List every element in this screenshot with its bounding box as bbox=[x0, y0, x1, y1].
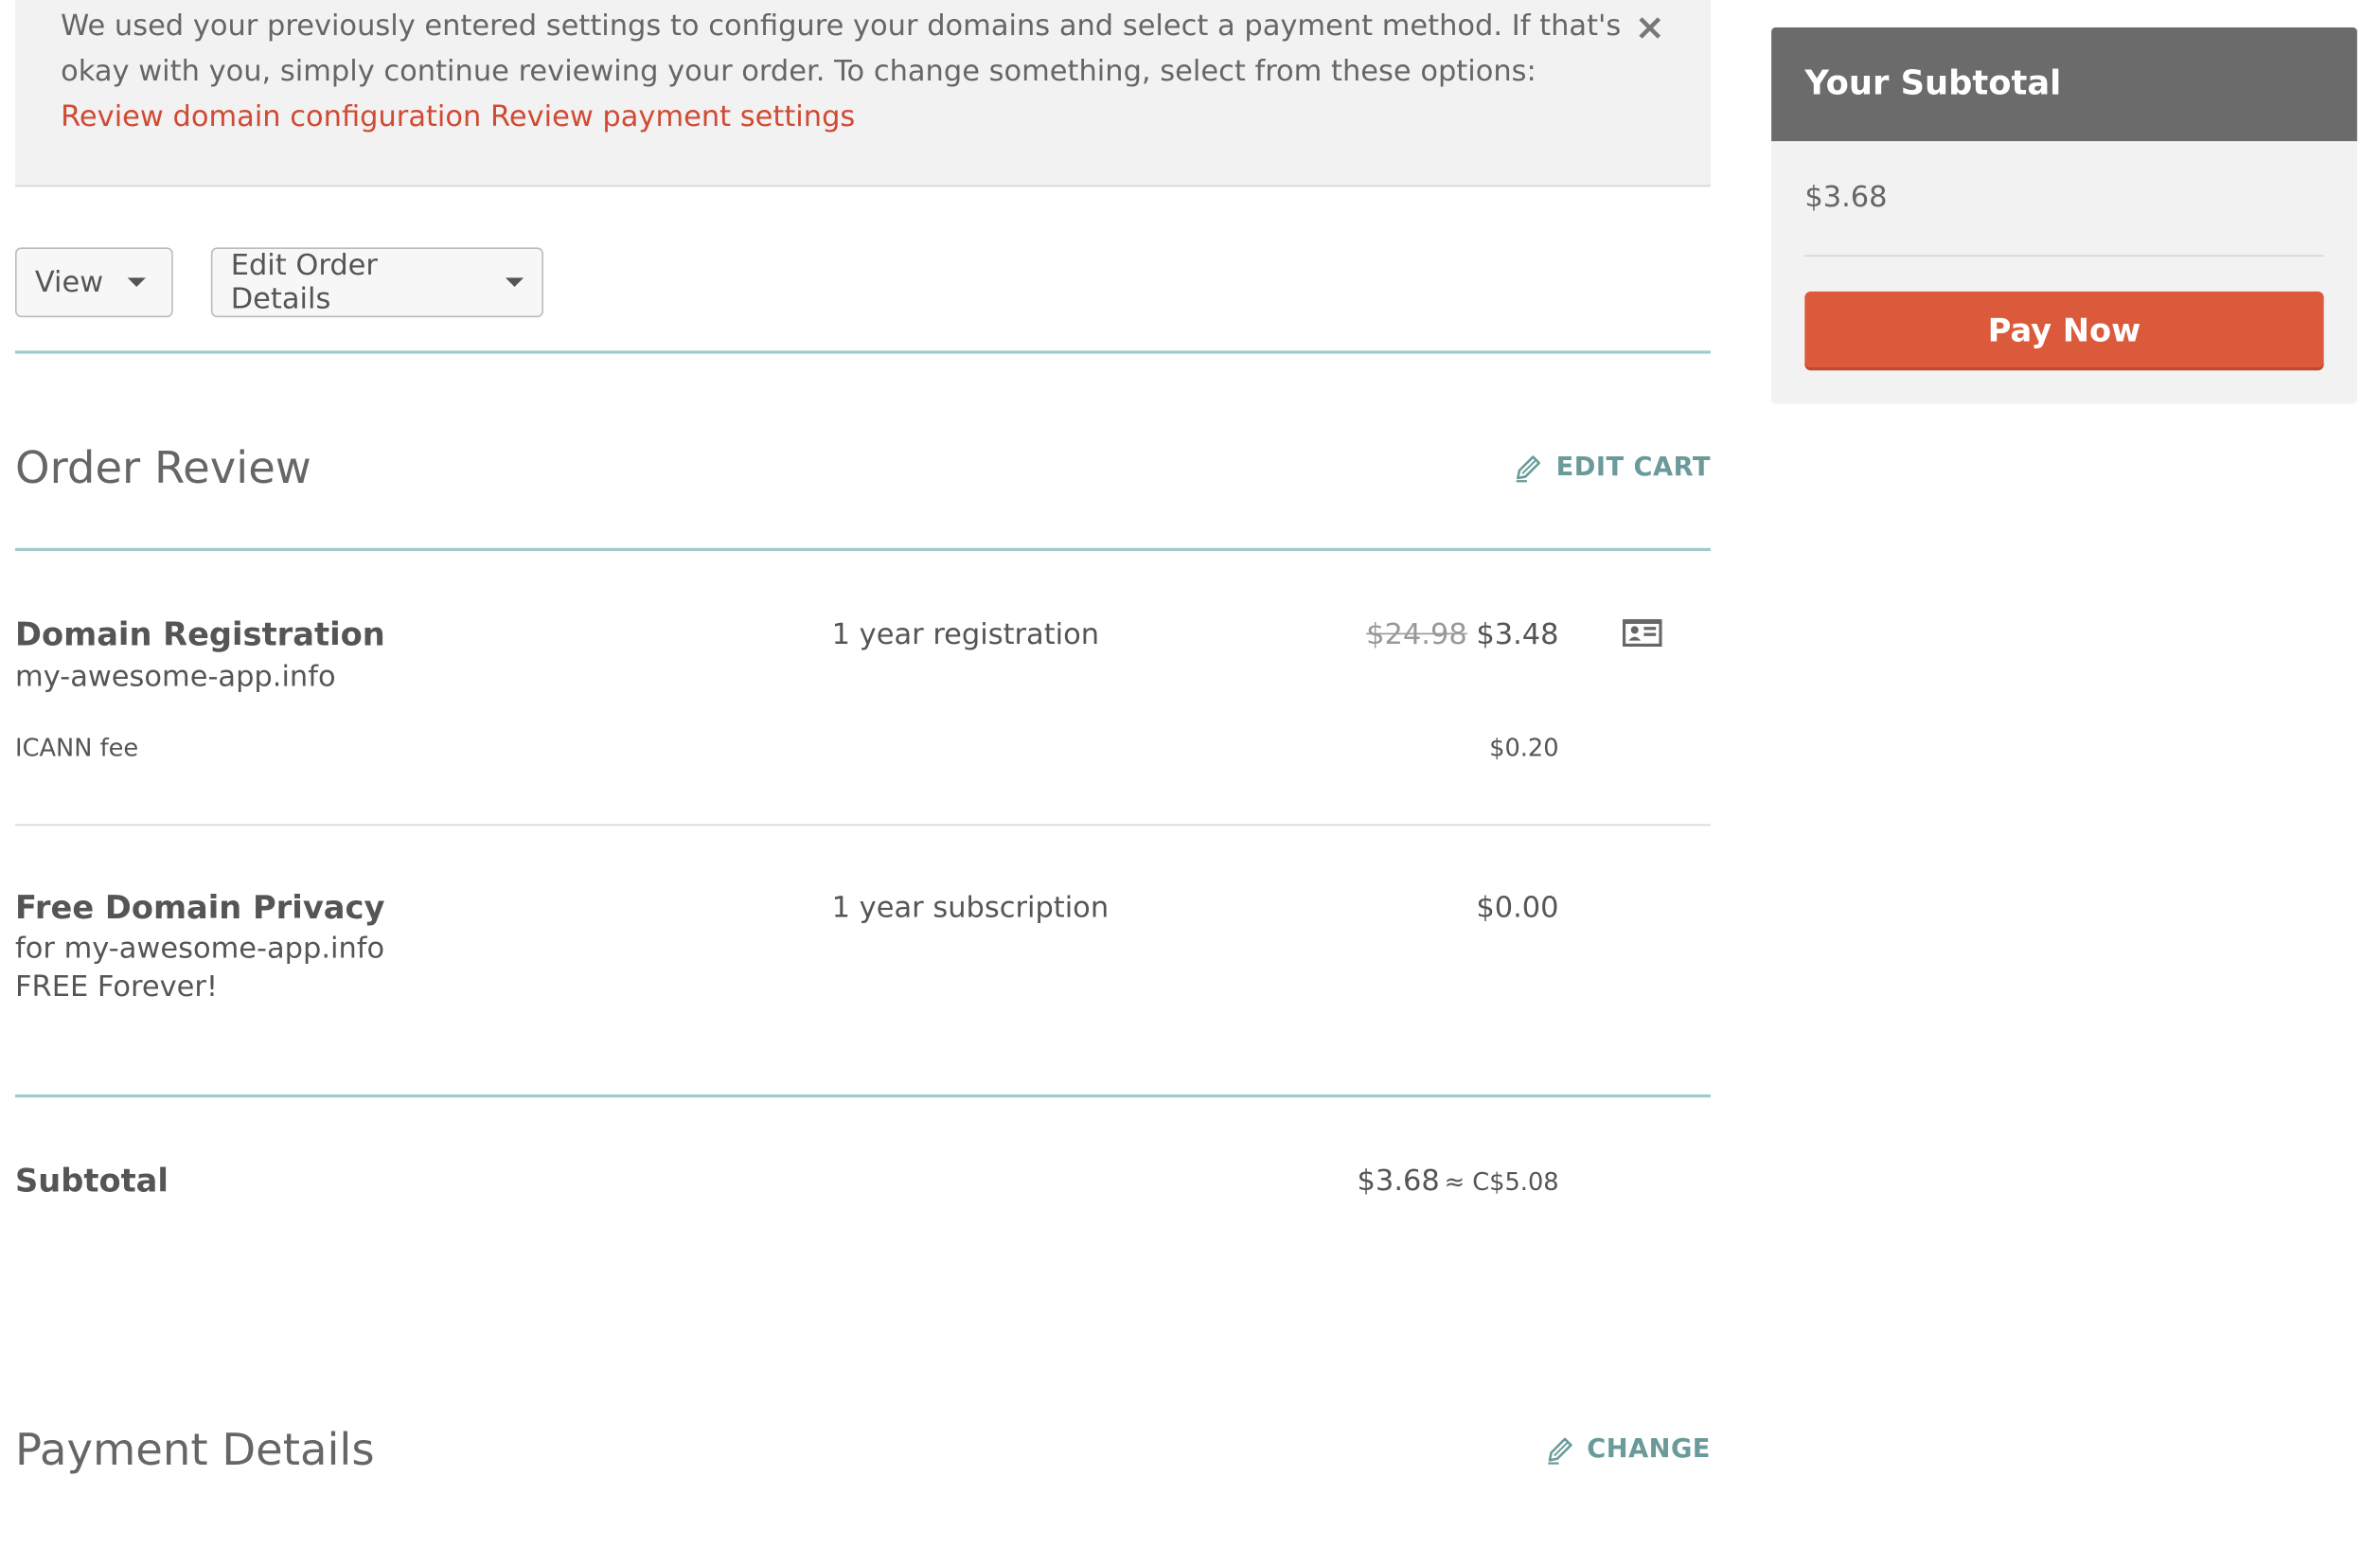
main-column: We used your previously entered settings… bbox=[15, 0, 1711, 1565]
subtotal-sidebar: Your Subtotal $3.68 Pay Now bbox=[1771, 27, 2357, 404]
subtotal-value: $3.68 ≈ C$5.08 bbox=[1358, 1165, 1559, 1198]
item-price: $0.00 bbox=[1476, 891, 1559, 925]
item-note: FREE Forever! bbox=[15, 969, 219, 1004]
item-term: 1 year registration bbox=[831, 617, 1100, 651]
payment-details-header: Payment Details CHANGE bbox=[15, 1338, 1711, 1565]
item-domain: my-awesome-app.info bbox=[15, 660, 336, 694]
chevron-down-icon bbox=[505, 277, 524, 288]
sidebar-header: Your Subtotal bbox=[1771, 27, 2357, 142]
change-payment-link[interactable]: CHANGE bbox=[1544, 1434, 1711, 1465]
icann-fee-label: ICANN fee bbox=[15, 733, 139, 762]
notice-text: We used your previously entered settings… bbox=[61, 3, 1639, 139]
settings-notice: We used your previously entered settings… bbox=[15, 0, 1711, 187]
view-dropdown[interactable]: View bbox=[15, 247, 173, 318]
edit-cart-link[interactable]: EDIT CART bbox=[1514, 453, 1711, 483]
item-domain: for my-awesome-app.info bbox=[15, 932, 385, 966]
item-name: Domain Registration bbox=[15, 615, 385, 653]
subtotal-amount: $3.68 bbox=[1357, 1164, 1440, 1199]
toolbar: View Edit Order Details bbox=[15, 187, 1711, 354]
line-item-domain-registration: Domain Registration my-awesome-app.info … bbox=[15, 551, 1711, 827]
pencil-icon bbox=[1547, 1437, 1572, 1465]
review-payment-link[interactable]: Review payment settings bbox=[490, 100, 855, 133]
item-price: $24.98 $3.48 bbox=[1366, 618, 1558, 651]
pay-now-button[interactable]: Pay Now bbox=[1804, 291, 2324, 371]
view-dropdown-label: View bbox=[34, 265, 104, 299]
edit-order-dropdown-label: Edit Order Details bbox=[230, 248, 378, 316]
sidebar-amount: $3.68 bbox=[1804, 180, 1888, 215]
edit-cart-label: EDIT CART bbox=[1555, 452, 1711, 483]
edit-order-dropdown[interactable]: Edit Order Details bbox=[210, 247, 543, 318]
subtotal-label: Subtotal bbox=[15, 1163, 169, 1200]
payment-details-title: Payment Details bbox=[15, 1423, 375, 1476]
discounted-price: $3.48 bbox=[1476, 617, 1559, 651]
item-name: Free Domain Privacy bbox=[15, 889, 385, 927]
original-price: $24.98 bbox=[1366, 617, 1467, 651]
notice-message: We used your previously entered settings… bbox=[61, 9, 1622, 88]
chevron-down-icon bbox=[127, 277, 147, 288]
contact-card-icon[interactable] bbox=[1622, 618, 1662, 654]
close-icon[interactable]: × bbox=[1635, 6, 1665, 48]
line-item-domain-privacy: Free Domain Privacy for my-awesome-app.i… bbox=[15, 826, 1711, 1098]
item-term: 1 year subscription bbox=[831, 891, 1110, 925]
change-label: CHANGE bbox=[1587, 1434, 1711, 1466]
review-domain-link[interactable]: Review domain configuration bbox=[61, 100, 481, 133]
subtotal-converted: ≈ C$5.08 bbox=[1444, 1166, 1559, 1197]
order-review-title: Order Review bbox=[15, 441, 311, 494]
subtotal-row: Subtotal $3.68 ≈ C$5.08 bbox=[15, 1097, 1711, 1337]
pencil-icon bbox=[1516, 455, 1541, 483]
divider bbox=[1804, 255, 2324, 257]
icann-fee-price: $0.20 bbox=[1489, 733, 1559, 762]
order-review-header: Order Review EDIT CART bbox=[15, 354, 1711, 551]
